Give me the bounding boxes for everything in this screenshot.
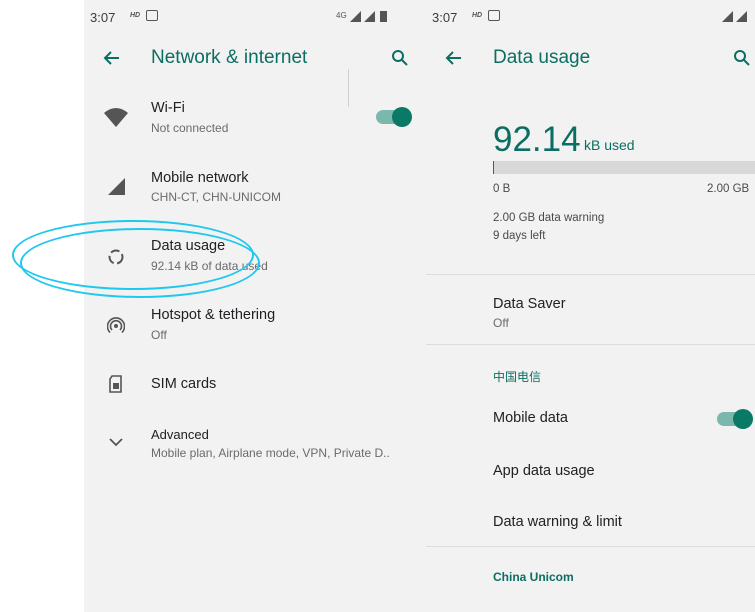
data-warning-limit-item[interactable]: Data warning & limit	[426, 504, 755, 544]
data-warning-limit-title: Data warning & limit	[493, 514, 622, 530]
search-icon	[734, 50, 750, 66]
battery-icon	[380, 11, 387, 22]
divider	[426, 344, 755, 345]
hotspot-subtitle: Off	[151, 328, 167, 342]
advanced-title: Advanced	[151, 427, 209, 442]
usage-progress-fill	[493, 161, 495, 174]
mobile-network-item[interactable]: Mobile network CHN-CT, CHN-UNICOM	[84, 164, 426, 214]
divider	[426, 274, 755, 275]
hotspot-item[interactable]: Hotspot & tethering Off	[84, 302, 426, 352]
status-time: 3:07	[432, 10, 458, 25]
status-bar: 3:07 HD 4G	[84, 0, 426, 30]
notification-icon	[488, 10, 500, 21]
page-title: Data usage	[493, 47, 591, 68]
page-title: Network & internet	[151, 47, 308, 68]
wifi-title: Wi-Fi	[151, 100, 185, 116]
bar-min-label: 0 B	[493, 183, 511, 195]
hotspot-title: Hotspot & tethering	[151, 307, 276, 323]
app-data-usage-title: App data usage	[493, 463, 595, 479]
data-warning-text: 2.00 GB data warning	[493, 212, 605, 224]
mobile-data-toggle[interactable]	[717, 409, 753, 429]
divider	[426, 546, 755, 547]
mobile-network-subtitle: CHN-CT, CHN-UNICOM	[151, 190, 281, 204]
wifi-subtitle: Not connected	[151, 121, 229, 135]
advanced-item[interactable]: Advanced Mobile plan, Airplane mode, VPN…	[84, 422, 426, 472]
highlight-ellipse	[20, 228, 260, 298]
mobile-data-title: Mobile data	[493, 410, 568, 426]
chevron-down-icon	[104, 430, 128, 454]
mobile-data-item[interactable]: Mobile data	[426, 398, 755, 438]
signal-icon	[736, 11, 747, 22]
search-icon	[392, 50, 408, 66]
back-button[interactable]	[440, 44, 468, 72]
data-usage-screen: 3:07 HD Data usage 92.14 kB used 0 B 2.0…	[426, 0, 755, 612]
advanced-subtitle: Mobile plan, Airplane mode, VPN, Private…	[151, 446, 390, 460]
usage-value: 92.14	[493, 120, 581, 159]
notification-icon	[146, 10, 158, 21]
usage-unit: kB used	[584, 137, 635, 153]
hd-indicator: HD	[130, 12, 141, 19]
data-saver-subtitle: Off	[493, 316, 509, 330]
app-data-usage-item[interactable]: App data usage	[426, 453, 755, 493]
sim-cards-title: SIM cards	[151, 376, 217, 392]
arrow-back-icon	[445, 51, 461, 65]
carrier-header-ct: 中国电信	[493, 370, 542, 384]
mobile-network-title: Mobile network	[151, 170, 249, 186]
hd-indicator: HD	[472, 12, 483, 19]
wifi-item[interactable]: Wi-Fi Not connected	[84, 95, 426, 145]
divider	[348, 69, 349, 107]
network-type: 4G	[336, 11, 347, 20]
data-saver-title: Data Saver	[493, 296, 566, 312]
hotspot-icon	[104, 314, 128, 338]
signal-icon	[364, 11, 375, 22]
carrier-header-unicom: China Unicom	[493, 570, 574, 584]
sim-card-icon	[104, 372, 128, 396]
arrow-back-icon	[103, 51, 119, 65]
status-bar: 3:07 HD	[426, 0, 755, 30]
status-time: 3:07	[90, 10, 116, 25]
app-bar: Data usage	[426, 30, 755, 86]
signal-icon	[722, 11, 733, 22]
usage-progress-bar	[493, 161, 755, 174]
search-button[interactable]	[386, 44, 414, 72]
app-bar: Network & internet	[84, 30, 426, 86]
bar-max-label: 2.00 GB	[707, 183, 750, 195]
cell-signal-icon	[104, 174, 128, 198]
network-internet-screen: 3:07 HD 4G Network & internet Wi-Fi Not …	[84, 0, 426, 612]
wifi-toggle[interactable]	[376, 107, 412, 127]
data-saver-item[interactable]: Data Saver Off	[426, 285, 755, 343]
signal-icon	[350, 11, 361, 22]
search-button[interactable]	[728, 44, 755, 72]
wifi-icon	[104, 105, 128, 129]
sim-cards-item[interactable]: SIM cards	[84, 368, 426, 404]
days-left-text: 9 days left	[493, 230, 546, 242]
back-button[interactable]	[98, 44, 126, 72]
